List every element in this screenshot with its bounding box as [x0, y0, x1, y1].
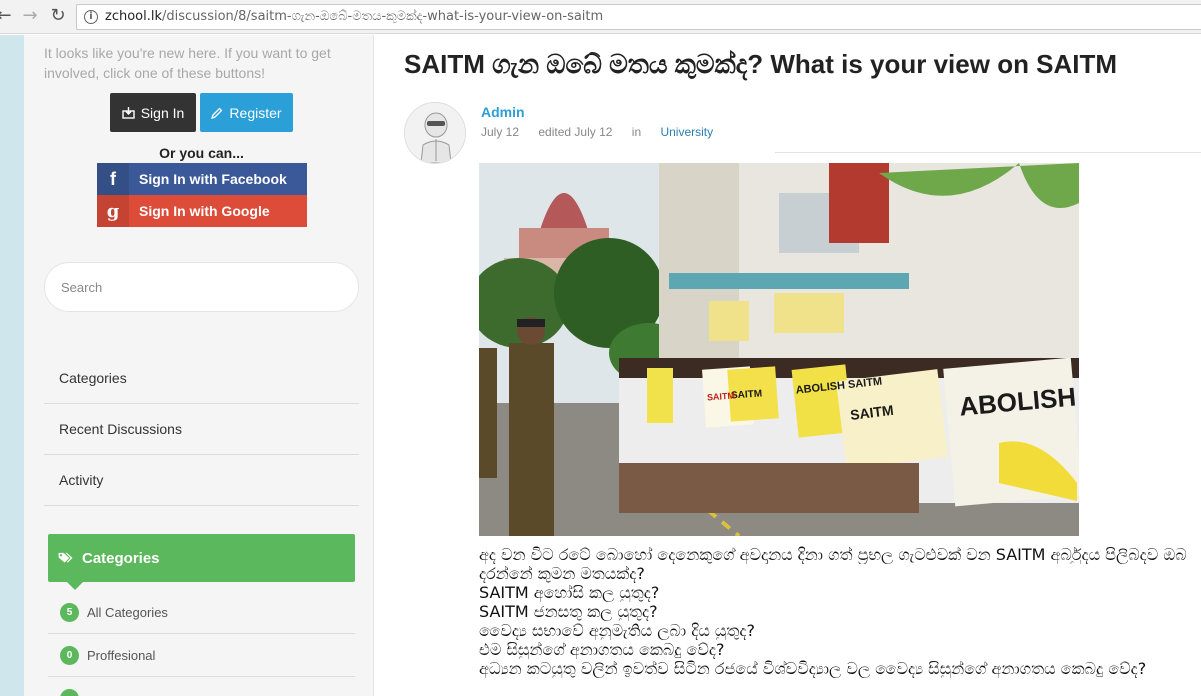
- divider: [775, 152, 1201, 153]
- or-you-can-text: Or you can...: [159, 145, 244, 161]
- sidebar-item-recent-discussions[interactable]: Recent Discussions: [44, 404, 359, 455]
- sign-text: SAITM: [731, 388, 763, 401]
- facebook-signin-label: Sign In with Facebook: [139, 171, 287, 187]
- post-date[interactable]: July 12: [481, 125, 519, 139]
- pencil-icon: [211, 107, 223, 119]
- category-item-partial[interactable]: [48, 677, 355, 696]
- reload-icon[interactable]: ↻: [48, 6, 68, 26]
- categories-panel-header: Categories: [48, 534, 355, 590]
- body-line: අධ්‍යන කටයුතු වලින් ඉවත්ව සිටින රජයේ විශ…: [479, 659, 1147, 678]
- register-label: Register: [229, 104, 282, 121]
- categories-panel-title: Categories: [82, 549, 160, 567]
- sidebar-item-activity[interactable]: Activity: [44, 455, 359, 506]
- discussion-main: SAITM ගැන ඔබේ මතය කුමක්ද? What is your v…: [375, 35, 1201, 696]
- discussion-title: SAITM ගැන ඔබේ මතය කුමක්ද? What is your v…: [404, 49, 1118, 79]
- avatar-image: [405, 103, 465, 163]
- category-label: All Categories: [87, 604, 168, 620]
- facebook-signin-button[interactable]: f Sign In with Facebook: [97, 163, 307, 195]
- avatar[interactable]: [404, 102, 466, 164]
- body-line: SAITM අහෝසි කල යුතුද?: [479, 583, 660, 602]
- info-icon[interactable]: i: [84, 10, 98, 24]
- google-icon: g: [97, 195, 129, 227]
- sign-text: SAITM: [707, 391, 736, 403]
- page-edge: [0, 35, 24, 696]
- welcome-message: It looks like you're new here. If you wa…: [44, 45, 331, 81]
- post-photo: ABOLISH SAITM SAITM ABOLISH SAITM SAITM …: [479, 163, 1079, 536]
- sidebar: It looks like you're new here. If you wa…: [24, 35, 374, 696]
- sign-in-button[interactable]: Sign In: [110, 93, 196, 132]
- body-line: දරන්නේ කුමන මතයක්ද?: [479, 564, 645, 583]
- back-arrow-icon[interactable]: ←: [0, 6, 14, 26]
- search-placeholder: Search: [61, 280, 103, 295]
- search-input[interactable]: Search: [44, 262, 359, 312]
- sidebar-item-categories[interactable]: Categories: [44, 353, 359, 404]
- body-line: වෛද්‍ය සභාවේ අනුමැතිය ලබා දිය යුතුද?: [479, 621, 756, 640]
- category-count-badge: [60, 688, 79, 696]
- author-name[interactable]: Admin: [481, 104, 525, 120]
- post-category: in University: [631, 125, 714, 139]
- post-body: අද වන විට රටේ බොහෝ දෙනෙකුගේ අවදානය දිනා …: [479, 545, 1201, 678]
- post-category-link[interactable]: University: [660, 125, 713, 139]
- sign-in-icon: [122, 107, 135, 119]
- google-signin-label: Sign In with Google: [139, 203, 270, 219]
- category-count-badge: 0: [60, 645, 79, 665]
- browser-toolbar: ← → ↻ i zchool.lk/discussion/8/saitm-ගැන…: [0, 0, 1201, 34]
- sign-in-label: Sign In: [140, 104, 185, 121]
- forward-arrow-icon[interactable]: →: [20, 6, 40, 26]
- body-line: එම සිසුන්ගේ අනාගතය කෙබදු වේද?: [479, 640, 725, 659]
- category-count-badge: 5: [60, 602, 79, 622]
- post-meta: July 12 edited July 12 in University: [481, 125, 745, 139]
- google-signin-button[interactable]: g Sign In with Google: [97, 195, 307, 227]
- category-label: Proffesional: [87, 647, 156, 663]
- post-edited: edited July 12: [538, 125, 613, 139]
- tags-icon: [58, 552, 73, 563]
- register-button[interactable]: Register: [200, 93, 293, 132]
- category-item-all[interactable]: 5 All Categories: [48, 591, 355, 634]
- body-line: SAITM ජනසතු කල යුතුද?: [479, 602, 658, 621]
- protest-photo: ABOLISH SAITM SAITM ABOLISH SAITM SAITM …: [479, 163, 1079, 536]
- body-line: අද වන විට රටේ බොහෝ දෙනෙකුගේ අවදානය දිනා …: [479, 545, 1187, 564]
- address-bar[interactable]: i zchool.lk/discussion/8/saitm-ගැන-ඔබේ-ම…: [76, 4, 1201, 30]
- sidebar-nav: Categories Recent Discussions Activity: [44, 353, 359, 506]
- category-item-proffesional[interactable]: 0 Proffesional: [48, 634, 355, 677]
- url-text: zchool.lk/discussion/8/saitm-ගැන-ඔබේ-මතය…: [105, 9, 604, 24]
- facebook-icon: f: [97, 163, 129, 195]
- categories-list: 5 All Categories 0 Proffesional: [48, 591, 355, 696]
